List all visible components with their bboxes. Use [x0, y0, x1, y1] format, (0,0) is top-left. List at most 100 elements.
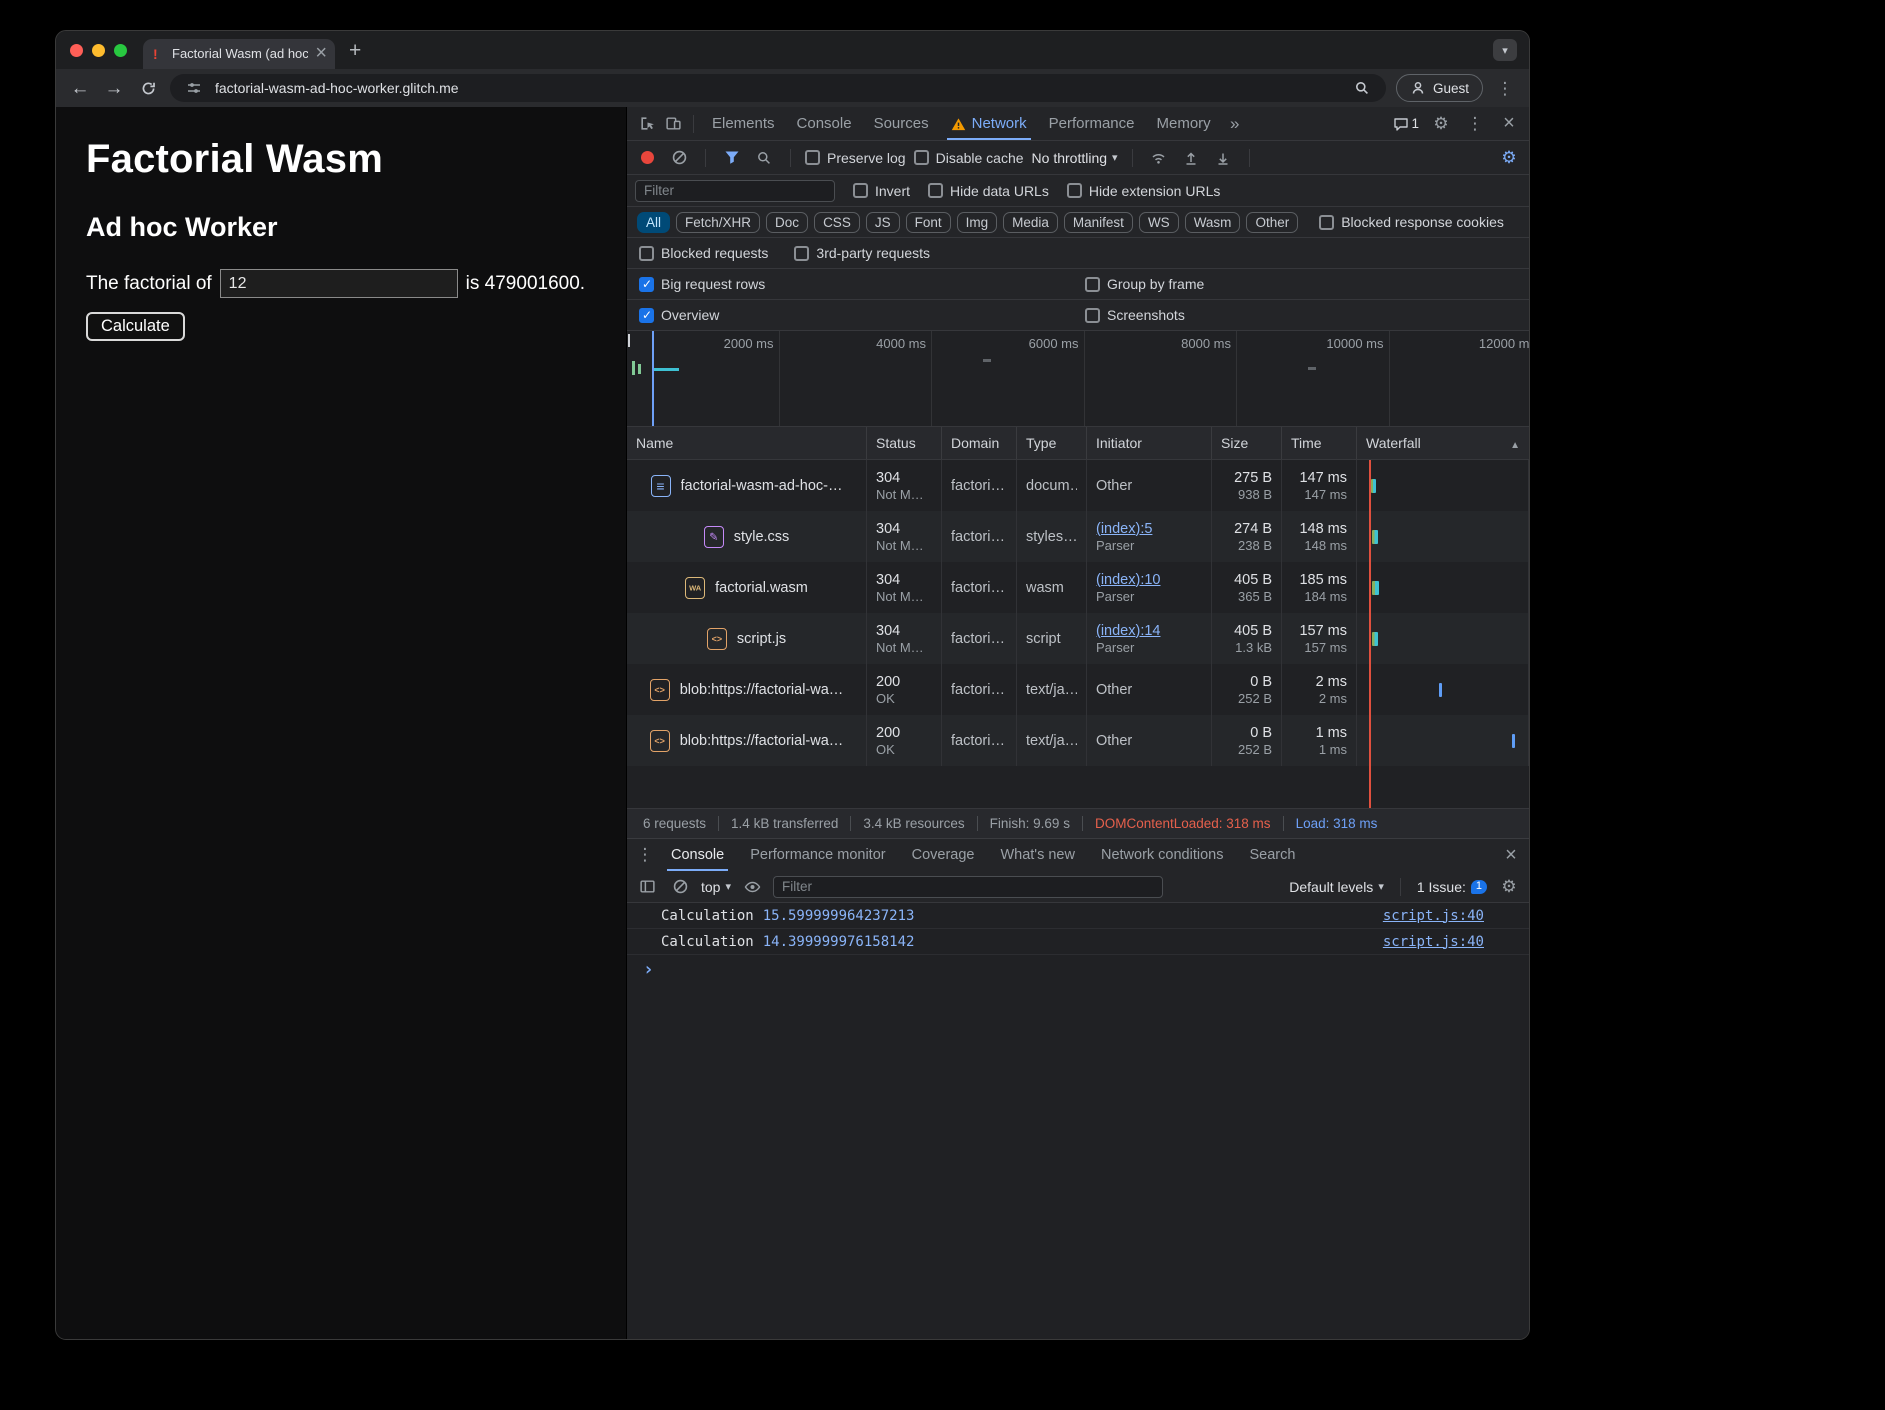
eye-icon[interactable]: [740, 875, 764, 899]
drawer-tab-coverage[interactable]: Coverage: [900, 839, 987, 871]
disable-cache-checkbox[interactable]: Disable cache: [914, 150, 1024, 166]
blocked-requests-checkbox[interactable]: Blocked requests: [639, 245, 768, 261]
tab-close-icon[interactable]: [315, 42, 327, 65]
filter-chip-css[interactable]: CSS: [814, 212, 860, 233]
filter-chip-js[interactable]: JS: [866, 212, 900, 233]
record-icon[interactable]: [635, 146, 659, 170]
column-header-time[interactable]: Time: [1282, 427, 1357, 459]
tab-search-button[interactable]: [1493, 39, 1517, 61]
minimize-window-button[interactable]: [92, 44, 105, 57]
reload-button[interactable]: [136, 80, 160, 97]
devtools-tab-network[interactable]: Network: [941, 107, 1037, 140]
forward-button[interactable]: [102, 79, 126, 98]
overview-checkbox[interactable]: Overview: [639, 307, 1085, 323]
network-request-row[interactable]: blob:https://factorial-wa… 200OK factori…: [627, 664, 1529, 715]
filter-chip-img[interactable]: Img: [957, 212, 998, 233]
initiator-link[interactable]: (index):5: [1096, 521, 1202, 537]
column-header-type[interactable]: Type: [1017, 427, 1087, 459]
big-request-rows-checkbox[interactable]: Big request rows: [639, 276, 1085, 292]
calculate-button[interactable]: Calculate: [86, 312, 185, 341]
console-filter-input[interactable]: [773, 876, 1163, 898]
issues-counter[interactable]: 1: [1393, 116, 1419, 132]
more-tabs-icon[interactable]: [1223, 112, 1247, 136]
browser-tab[interactable]: ! Factorial Wasm (ad hoc Work: [143, 39, 335, 69]
initiator-link[interactable]: (index):10: [1096, 572, 1202, 588]
search-icon[interactable]: [752, 146, 776, 170]
invert-checkbox[interactable]: Invert: [853, 183, 910, 199]
network-conditions-icon[interactable]: [1147, 146, 1171, 170]
timeline-overview[interactable]: 2000 ms 4000 ms 6000 ms 8000 ms 10000 ms…: [627, 331, 1529, 427]
network-filter-input[interactable]: [635, 180, 835, 202]
close-drawer-icon[interactable]: [1499, 843, 1523, 867]
dock-sidebar-icon[interactable]: [635, 875, 659, 899]
url-bar[interactable]: factorial-wasm-ad-hoc-worker.glitch.me: [170, 74, 1386, 102]
filter-chip-font[interactable]: Font: [906, 212, 951, 233]
close-window-button[interactable]: [70, 44, 83, 57]
new-tab-button[interactable]: +: [349, 40, 361, 61]
context-selector[interactable]: top: [701, 879, 731, 895]
hide-extension-urls-checkbox[interactable]: Hide extension URLs: [1067, 183, 1221, 199]
initiator-link[interactable]: (index):14: [1096, 623, 1202, 639]
export-har-icon[interactable]: [1211, 146, 1235, 170]
column-header-waterfall[interactable]: Waterfall: [1357, 427, 1529, 459]
console-prompt[interactable]: [627, 955, 1529, 983]
filter-chip-ws[interactable]: WS: [1139, 212, 1179, 233]
console-settings-icon[interactable]: [1497, 875, 1521, 899]
device-toolbar-icon[interactable]: [661, 112, 685, 136]
guest-badge[interactable]: Guest: [1396, 74, 1483, 102]
inspect-element-icon[interactable]: [635, 112, 659, 136]
network-settings-icon[interactable]: [1497, 146, 1521, 170]
drawer-tab-search[interactable]: Search: [1237, 839, 1307, 871]
filter-toggle-icon[interactable]: [720, 146, 744, 170]
column-header-initiator[interactable]: Initiator: [1087, 427, 1212, 459]
devtools-tab-console[interactable]: Console: [787, 107, 862, 140]
filter-chip-all[interactable]: All: [637, 212, 670, 233]
import-har-icon[interactable]: [1179, 146, 1203, 170]
zoom-icon[interactable]: [1350, 76, 1374, 100]
network-request-row[interactable]: factorial.wasm 304Not M… factori… wasm (…: [627, 562, 1529, 613]
drawer-menu-icon[interactable]: [633, 843, 657, 867]
column-header-name[interactable]: Name: [627, 427, 867, 459]
close-devtools-icon[interactable]: [1497, 112, 1521, 136]
throttling-select[interactable]: No throttling: [1032, 150, 1118, 166]
clear-console-icon[interactable]: [668, 875, 692, 899]
column-header-size[interactable]: Size: [1212, 427, 1282, 459]
drawer-tab-console[interactable]: Console: [659, 839, 736, 871]
settings-icon[interactable]: [1429, 112, 1453, 136]
devtools-tab-performance[interactable]: Performance: [1039, 107, 1145, 140]
message-source-link[interactable]: script.js:40: [1383, 908, 1529, 924]
filter-chip-fetch-xhr[interactable]: Fetch/XHR: [676, 212, 760, 233]
log-levels-select[interactable]: Default levels: [1289, 879, 1384, 895]
third-party-requests-checkbox[interactable]: 3rd-party requests: [794, 245, 930, 261]
maximize-window-button[interactable]: [114, 44, 127, 57]
filter-chip-other[interactable]: Other: [1246, 212, 1298, 233]
devtools-tab-elements[interactable]: Elements: [702, 107, 785, 140]
filter-chip-wasm[interactable]: Wasm: [1185, 212, 1241, 233]
devtools-menu-icon[interactable]: [1463, 112, 1487, 136]
filter-chip-doc[interactable]: Doc: [766, 212, 808, 233]
network-request-row[interactable]: factorial-wasm-ad-hoc-… 304Not M… factor…: [627, 460, 1529, 511]
drawer-tab-network-conditions[interactable]: Network conditions: [1089, 839, 1236, 871]
group-by-frame-checkbox[interactable]: Group by frame: [1085, 276, 1204, 292]
network-request-row[interactable]: blob:https://factorial-wa… 200OK factori…: [627, 715, 1529, 766]
message-source-link[interactable]: script.js:40: [1383, 934, 1529, 950]
devtools-tab-memory[interactable]: Memory: [1147, 107, 1221, 140]
drawer-tab-performance-monitor[interactable]: Performance monitor: [738, 839, 897, 871]
site-info-icon[interactable]: [182, 76, 206, 100]
column-header-domain[interactable]: Domain: [942, 427, 1017, 459]
preserve-log-checkbox[interactable]: Preserve log: [805, 150, 906, 166]
factorial-input[interactable]: [220, 269, 458, 298]
column-header-status[interactable]: Status: [867, 427, 942, 459]
hide-data-urls-checkbox[interactable]: Hide data URLs: [928, 183, 1049, 199]
browser-menu-icon[interactable]: [1493, 79, 1517, 98]
blocked-response-cookies-checkbox[interactable]: Blocked response cookies: [1319, 214, 1504, 230]
network-request-row[interactable]: style.css 304Not M… factori… styles… (in…: [627, 511, 1529, 562]
filter-chip-manifest[interactable]: Manifest: [1064, 212, 1133, 233]
clear-icon[interactable]: [667, 146, 691, 170]
screenshots-checkbox[interactable]: Screenshots: [1085, 307, 1185, 323]
network-request-row[interactable]: script.js 304Not M… factori… script (ind…: [627, 613, 1529, 664]
back-button[interactable]: [68, 79, 92, 98]
issue-counter[interactable]: 1 Issue: 1: [1417, 879, 1487, 895]
drawer-tab-whats-new[interactable]: What's new: [988, 839, 1087, 871]
devtools-tab-sources[interactable]: Sources: [864, 107, 939, 140]
